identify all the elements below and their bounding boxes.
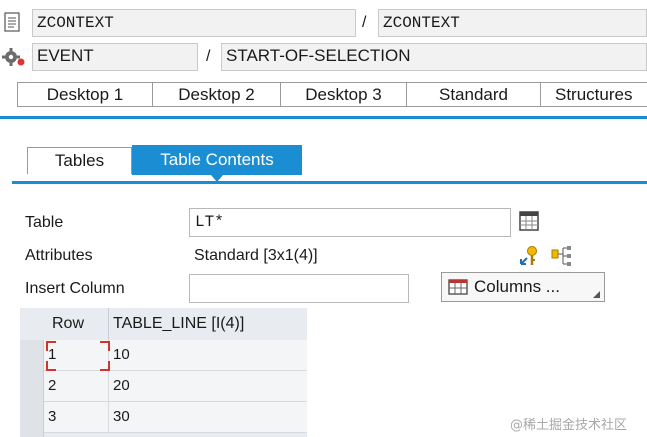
program-icon — [4, 12, 20, 32]
table-input[interactable]: LT* — [189, 208, 511, 237]
table-label: Table — [25, 214, 64, 231]
tab-table-contents[interactable]: Table Contents — [132, 145, 302, 175]
table-line-cell[interactable]: 20 — [108, 371, 307, 402]
row-selector-column[interactable] — [20, 340, 44, 437]
tab-desktop-1[interactable]: Desktop 1 — [17, 82, 152, 107]
columns-button[interactable]: Columns ... — [441, 272, 605, 302]
column-header-row[interactable]: Row — [48, 308, 108, 340]
insert-column-input[interactable] — [189, 274, 409, 303]
columns-icon — [448, 279, 468, 300]
hierarchy-icon[interactable] — [549, 244, 573, 268]
event-separator: / — [206, 48, 211, 65]
focus-cell-marker — [46, 341, 110, 371]
dropdown-corner-icon — [593, 291, 600, 298]
tab-standard[interactable]: Standard — [406, 82, 540, 107]
event-field[interactable]: EVENT — [32, 43, 198, 71]
main-program-field[interactable]: ZCONTEXT — [378, 9, 647, 37]
header-divider — [0, 116, 647, 119]
gear-icon — [2, 47, 26, 67]
row-number-cell: 2 — [48, 377, 57, 394]
table-line-cell[interactable]: 30 — [108, 402, 307, 433]
row-number-cell: 3 — [48, 408, 57, 425]
attributes-value: Standard [3x1(4)] — [194, 247, 318, 264]
watermark: @稀土掘金技术社区 — [510, 418, 628, 433]
column-header-table-line[interactable]: TABLE_LINE [I(4)] — [108, 308, 307, 340]
table-row[interactable]: 3 30 — [44, 402, 307, 433]
table-grid: Row TABLE_LINE [I(4)] 1 10 2 20 3 30 — [20, 308, 307, 437]
attributes-label: Attributes — [25, 247, 93, 264]
program-separator: / — [362, 14, 367, 31]
tab-tables[interactable]: Tables — [27, 147, 132, 174]
insert-column-label: Insert Column — [25, 280, 125, 297]
key-icon[interactable] — [518, 244, 540, 268]
table-line-cell[interactable]: 10 — [108, 340, 307, 371]
tab-desktop-3[interactable]: Desktop 3 — [280, 82, 406, 107]
tab-desktop-2[interactable]: Desktop 2 — [152, 82, 280, 107]
columns-button-label: Columns ... — [474, 277, 560, 296]
table-view-icon[interactable] — [518, 210, 540, 232]
tabs-divider — [12, 181, 647, 184]
program-field[interactable]: ZCONTEXT — [32, 9, 356, 37]
tab-structures[interactable]: Structures — [540, 82, 647, 107]
event-value-field[interactable]: START-OF-SELECTION — [221, 43, 647, 71]
table-row[interactable]: 2 20 — [44, 371, 307, 402]
